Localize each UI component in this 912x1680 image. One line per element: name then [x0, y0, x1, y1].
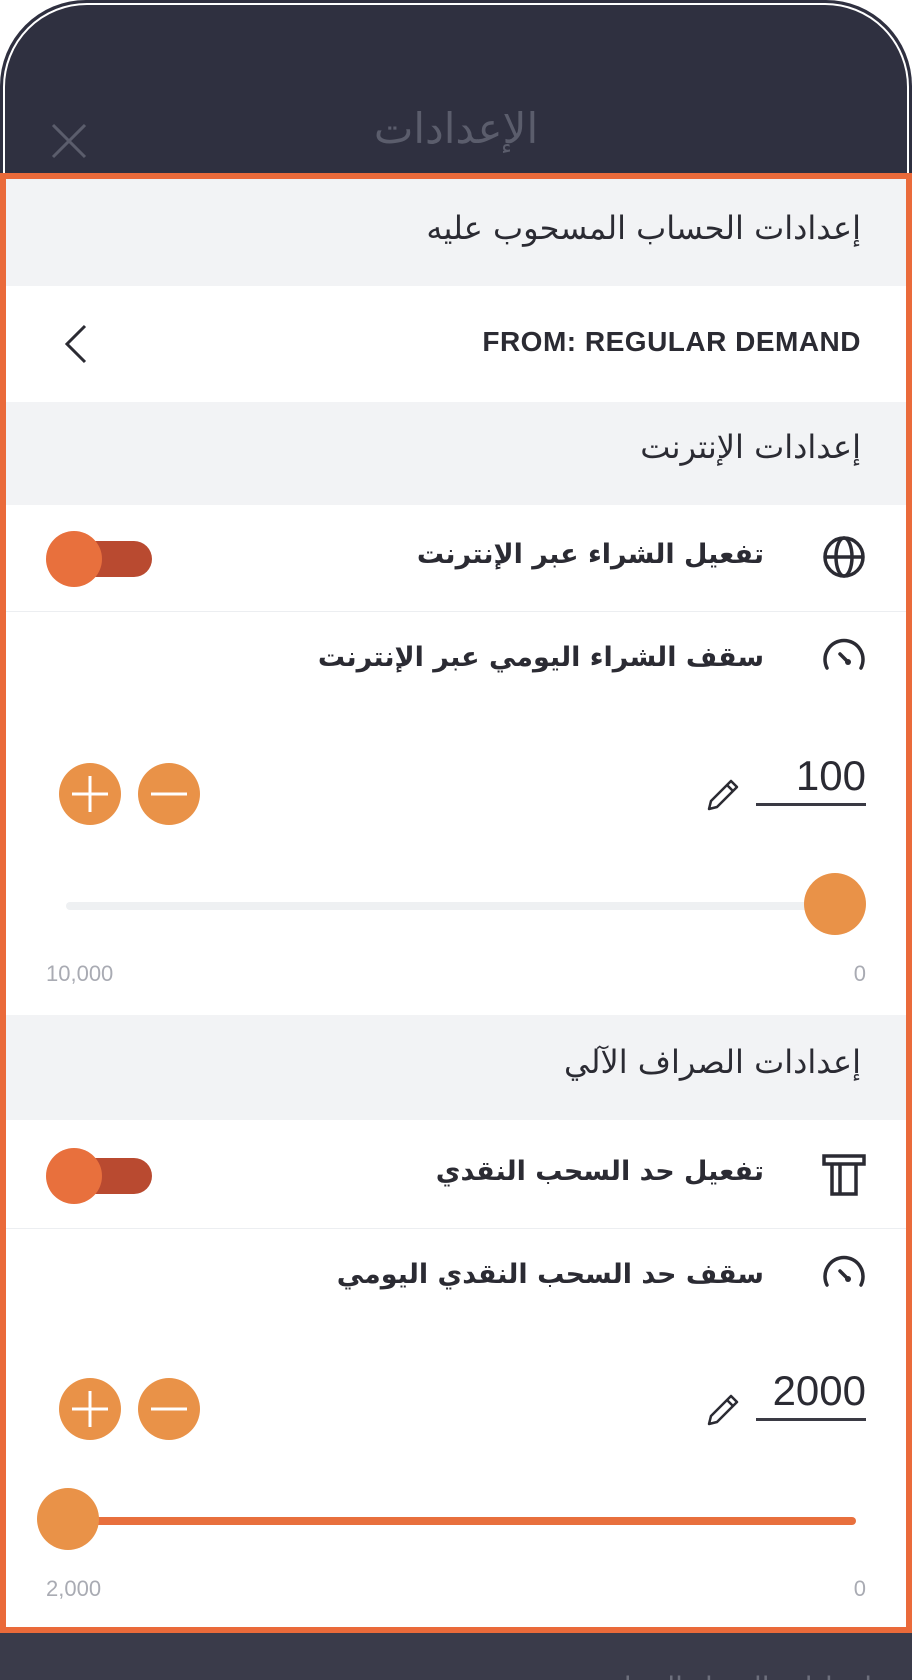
bottom-section-peek: إعدادات الشراء المحلية — [0, 1633, 912, 1680]
gauge-icon — [823, 638, 865, 670]
atm-section-title: إعدادات الصراف الآلي — [564, 1043, 861, 1081]
increase-button[interactable] — [59, 763, 121, 825]
internet-section-title: إعدادات الإنترنت — [640, 428, 861, 466]
atm-range-min: 0 — [853, 1576, 866, 1601]
gauge-icon — [823, 1255, 865, 1287]
decrease-button[interactable] — [138, 763, 200, 825]
atm-limit-slider-knob[interactable] — [37, 1488, 99, 1550]
plus-icon — [72, 1391, 108, 1427]
pencil-icon[interactable] — [703, 775, 743, 815]
online-purchase-toggle[interactable] — [46, 531, 152, 587]
atm-section-header: إعدادات الصراف الآلي — [6, 1015, 906, 1120]
screen: الإعدادات إعدادات الحساب المسحوب عليه FR… — [0, 0, 912, 1680]
atm-limit-input[interactable]: 2000 — [756, 1368, 866, 1421]
minus-icon — [151, 1407, 187, 1411]
header: الإعدادات — [0, 0, 912, 175]
account-section-title: إعدادات الحساب المسحوب عليه — [426, 209, 861, 247]
atm-limit-label: سقف حد السحب النقدي اليومي — [336, 1259, 764, 1290]
atm-icon — [822, 1154, 866, 1196]
chevron-left-icon[interactable] — [61, 322, 91, 366]
online-limit-slider-knob[interactable] — [804, 873, 866, 935]
online-limit-label-row: سقف الشراء اليومي عبر الإنترنت — [6, 612, 906, 712]
pencil-icon[interactable] — [703, 1390, 743, 1430]
increase-button[interactable] — [59, 1378, 121, 1440]
decrease-button[interactable] — [138, 1378, 200, 1440]
minus-icon — [151, 792, 187, 796]
globe-icon — [823, 536, 865, 578]
plus-icon — [72, 776, 108, 812]
online-range-max: 10,000 — [46, 961, 114, 986]
online-range-min: 0 — [853, 961, 866, 986]
atm-limit-slider-track[interactable] — [66, 1517, 856, 1525]
page-title: الإعدادات — [373, 104, 539, 153]
cash-withdrawal-toggle[interactable] — [46, 1148, 152, 1204]
from-account-label: FROM: REGULAR DEMAND — [482, 326, 861, 357]
online-limit-label: سقف الشراء اليومي عبر الإنترنت — [317, 642, 764, 673]
online-purchase-label: تفعيل الشراء عبر الإنترنت — [416, 539, 764, 570]
from-account-row[interactable]: FROM: REGULAR DEMAND — [6, 286, 906, 402]
bottom-section-title: إعدادات الشراء المحلية — [600, 1671, 872, 1680]
settings-sheet: إعدادات الحساب المسحوب عليه FROM: REGULA… — [0, 173, 912, 1633]
cash-withdrawal-toggle-row: تفعيل حد السحب النقدي — [6, 1120, 906, 1228]
online-limit-input[interactable]: 100 — [756, 753, 866, 806]
internet-section-header: إعدادات الإنترنت — [6, 402, 906, 505]
cash-withdrawal-label: تفعيل حد السحب النقدي — [435, 1156, 764, 1187]
atm-limit-label-row: سقف حد السحب النقدي اليومي — [6, 1229, 906, 1329]
online-limit-slider-track[interactable] — [66, 902, 856, 910]
online-purchase-toggle-row: تفعيل الشراء عبر الإنترنت — [6, 505, 906, 611]
atm-range-max: 2,000 — [46, 1576, 102, 1601]
account-section-header: إعدادات الحساب المسحوب عليه — [6, 179, 906, 286]
